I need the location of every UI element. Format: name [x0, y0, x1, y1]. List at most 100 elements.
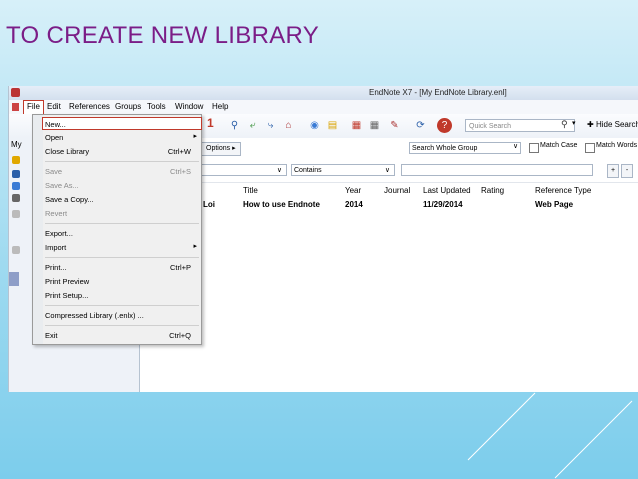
chevron-down-icon: ∨ — [384, 167, 390, 174]
menu-groups[interactable]: Groups — [115, 102, 141, 111]
search-icon[interactable]: ⚲ — [561, 119, 568, 130]
pdf-icon[interactable]: ▦ — [349, 118, 364, 133]
menu-item-label: Save a Copy... — [45, 195, 94, 204]
menu-item-print-preview[interactable]: Print Preview — [43, 275, 201, 288]
menu-gutter — [33, 115, 43, 344]
col-reference-type[interactable]: Reference Type — [535, 186, 591, 195]
edit-icon[interactable]: ✎ — [387, 118, 402, 133]
menu-window[interactable]: Window — [175, 102, 203, 111]
remove-field-button[interactable]: - — [621, 164, 633, 178]
chevron-down-icon[interactable]: ∨ — [513, 142, 518, 150]
options-button[interactable]: Options ▸ — [201, 142, 241, 156]
trash-icon[interactable] — [12, 194, 20, 202]
my-library-label: My — [11, 140, 22, 149]
menu-file[interactable]: File — [23, 100, 44, 115]
menu-item-shortcut: Ctrl+W — [167, 147, 191, 156]
menu-separator — [45, 305, 199, 306]
unfiled-icon[interactable] — [12, 182, 20, 190]
col-journal[interactable]: Journal — [384, 186, 410, 195]
col-title[interactable]: Title — [243, 186, 258, 195]
menu-edit[interactable]: Edit — [47, 102, 61, 111]
help-icon[interactable]: ? — [437, 118, 452, 133]
search-term-input[interactable] — [401, 164, 593, 176]
magnifier-icon[interactable]: ⚲ — [227, 118, 242, 133]
folder-icon[interactable]: ▤ — [325, 118, 340, 133]
menu-separator — [45, 257, 199, 258]
col-last-updated[interactable]: Last Updated — [423, 186, 471, 195]
field-select[interactable]: ∨ — [201, 164, 287, 176]
cell-author: Loi — [203, 200, 215, 209]
condition-select[interactable]: Contains ∨ — [291, 164, 395, 176]
menu-item-revert[interactable]: Revert — [43, 207, 201, 220]
menu-item-close-library[interactable]: Close Library Ctrl+W — [43, 145, 201, 158]
menu-separator — [45, 161, 199, 162]
document-icon — [12, 103, 19, 111]
arrow-left-icon[interactable]: ⤶ — [245, 118, 260, 133]
menu-item-shortcut: Ctrl+S — [169, 167, 191, 176]
cell-title: How to use Endnote — [243, 200, 320, 209]
menu-item-print-setup[interactable]: Print Setup... — [43, 289, 201, 302]
menu-item-save[interactable]: Save Ctrl+S — [43, 165, 201, 178]
collapse-icon-2[interactable] — [12, 246, 20, 254]
selected-group-marker — [9, 272, 19, 286]
menu-separator — [45, 223, 199, 224]
col-year[interactable]: Year — [345, 186, 361, 195]
menu-item-label: Open — [45, 133, 64, 142]
sync-icon[interactable]: ⟳ — [413, 118, 428, 133]
match-words-checkbox[interactable] — [585, 143, 595, 153]
menu-item-label: Print Setup... — [45, 291, 89, 300]
menu-item-label: Print Preview — [45, 277, 90, 286]
grid-icon[interactable]: ▦ — [367, 118, 382, 133]
file-menu-dropdown: New... Open ▸ Close Library Ctrl+W Save Ctr… — [32, 114, 202, 345]
menu-item-export[interactable]: Export... — [43, 227, 201, 240]
menu-help[interactable]: Help — [212, 102, 228, 111]
window-title: EndNote X7 - [My EndNote Library.enl] — [369, 88, 507, 97]
menu-item-label: Close Library — [45, 147, 90, 156]
menu-item-shortcut: Ctrl+Q — [169, 331, 191, 340]
table-row[interactable]: Loi How to use Endnote 2014 11/29/2014 W… — [139, 197, 638, 211]
collapse-icon[interactable] — [12, 210, 20, 218]
submenu-arrow-icon: ▸ — [193, 243, 197, 250]
col-rating[interactable]: Rating — [481, 186, 504, 195]
condition-label: Contains — [294, 167, 322, 174]
quick-search-input[interactable]: Quick Search — [465, 119, 575, 132]
chevron-down-icon: ∨ — [276, 167, 282, 174]
hide-search-button[interactable]: ✚ Hide Search Fi — [587, 120, 638, 129]
search-scope-select[interactable]: Search Whole Group — [409, 142, 521, 154]
menu-item-import[interactable]: Import ▸ — [43, 241, 201, 254]
home-icon[interactable]: ⌂ — [281, 118, 296, 133]
menu-item-shortcut: Ctrl+P — [169, 263, 191, 272]
menu-item-label: Import — [45, 243, 67, 252]
menu-item-print[interactable]: Print... Ctrl+P — [43, 261, 201, 274]
menu-item-new[interactable]: New... — [42, 117, 202, 130]
add-field-button[interactable]: + — [607, 164, 619, 178]
menu-item-label: Save As... — [45, 181, 79, 190]
cell-reference-type: Web Page — [535, 200, 574, 209]
search-criteria-row: ∨ Contains ∨ + - — [139, 160, 638, 183]
match-words-label: Match Words — [596, 142, 638, 149]
menu-item-label: New... — [45, 120, 66, 129]
globe-icon[interactable]: ◉ — [307, 118, 322, 133]
menu-item-save-as[interactable]: Save As... — [43, 179, 201, 192]
menu-separator — [45, 325, 199, 326]
menu-item-save-a-copy[interactable]: Save a Copy... — [43, 193, 201, 206]
arrow-right-icon[interactable]: ⤷ — [263, 118, 278, 133]
cell-year: 2014 — [345, 200, 363, 209]
hide-search-label: Hide Search Fi — [595, 120, 638, 129]
menu-item-label: Print... — [45, 263, 67, 272]
menu-item-exit[interactable]: Exit Ctrl+Q — [43, 329, 201, 342]
menu-references[interactable]: References — [69, 102, 110, 111]
menu-item-label: Export... — [45, 229, 73, 238]
menu-item-open[interactable]: Open ▸ — [43, 131, 201, 144]
all-references-icon[interactable] — [12, 156, 20, 164]
chevron-down-icon[interactable]: ▾ — [572, 119, 576, 127]
options-label: Options — [206, 145, 231, 152]
table-header: Title Year Journal Last Updated Rating R… — [139, 183, 638, 198]
match-case-checkbox[interactable] — [529, 143, 539, 153]
menu-item-compressed-library[interactable]: Compressed Library (.enlx) ... — [43, 309, 201, 322]
menu-item-label: Save — [45, 167, 63, 176]
search-options-row: Options ▸ Search Whole Group ∨ Match Cas… — [139, 138, 638, 161]
sync-status-icon[interactable] — [12, 170, 20, 178]
submenu-arrow-icon: ▸ — [193, 133, 197, 140]
menu-tools[interactable]: Tools — [147, 102, 166, 111]
